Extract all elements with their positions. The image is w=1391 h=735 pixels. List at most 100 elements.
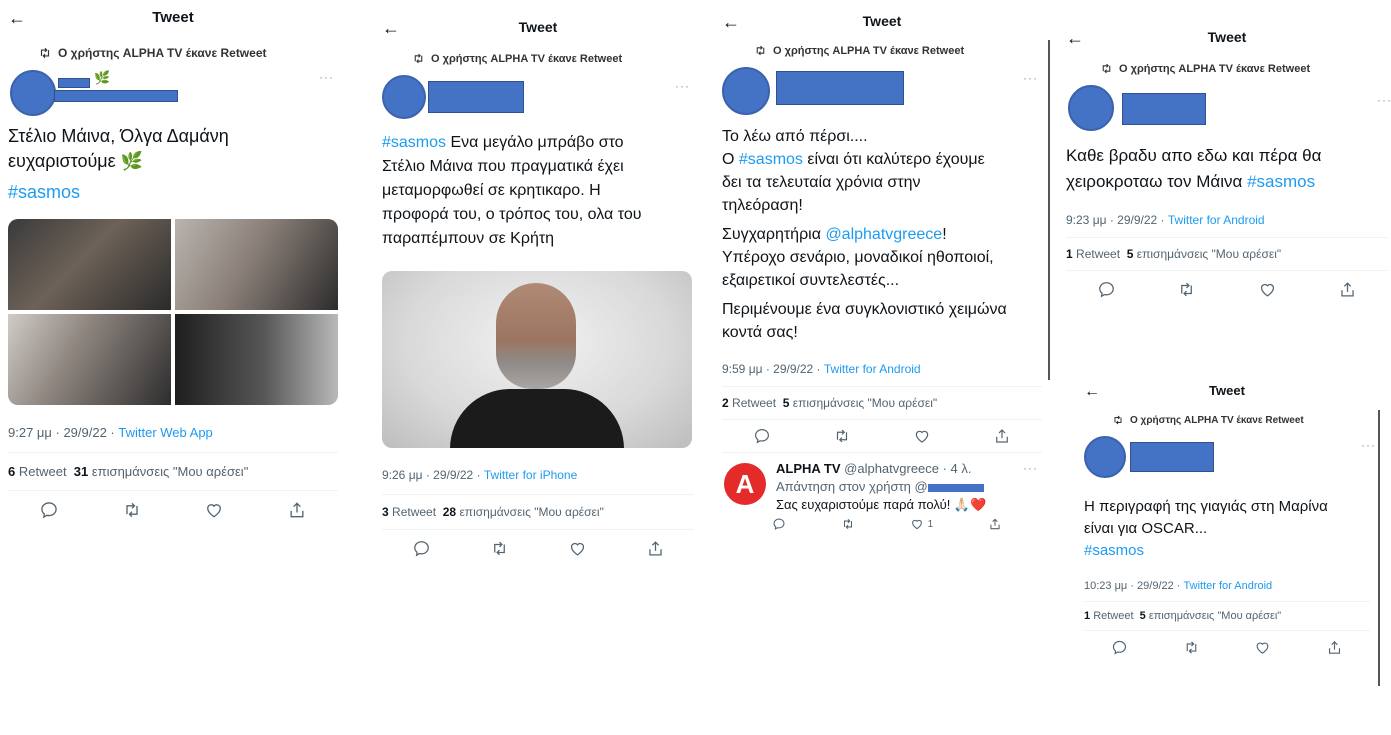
retweet-icon: [1100, 62, 1113, 75]
more-options-icon[interactable]: ···: [1023, 71, 1038, 85]
retweet-count[interactable]: 2: [722, 396, 729, 410]
reply-icon[interactable]: [772, 517, 786, 531]
like-count[interactable]: 28: [443, 505, 456, 519]
mention-link[interactable]: @alphatvgreece: [825, 226, 942, 243]
reply-icon[interactable]: [753, 427, 771, 445]
timestamp[interactable]: 9:26 μμ · 29/9/22 ·: [382, 468, 484, 482]
share-icon[interactable]: [287, 500, 307, 520]
like-icon[interactable]: [568, 539, 587, 558]
avatar[interactable]: [722, 67, 770, 115]
media-photo-2[interactable]: [175, 219, 338, 310]
hashtag-link[interactable]: #sasmos: [8, 180, 338, 205]
tweet-text-line: Καθε βραδυ απο εδω και πέρα θα: [1066, 146, 1322, 165]
more-options-icon[interactable]: ···: [675, 79, 690, 93]
more-options-icon[interactable]: ···: [1361, 438, 1376, 452]
like-count[interactable]: 5: [783, 396, 790, 410]
tweet-text-line: μεταμορφωθεί σε κρητικαρο. Η: [382, 182, 601, 199]
tweet-meta: 9:26 μμ · 29/9/22 · Twitter for iPhone: [382, 468, 694, 482]
reply-action-bar: 1: [772, 517, 1002, 531]
retweet-count[interactable]: 1: [1084, 610, 1090, 622]
retweet-icon[interactable]: [490, 539, 509, 558]
retweet-icon[interactable]: [841, 517, 855, 531]
timestamp[interactable]: 10:23 μμ · 29/9/22 ·: [1084, 580, 1184, 592]
tweet-text-line: παραπέμπουν σε Κρήτη: [382, 230, 555, 247]
like-icon[interactable]: [204, 500, 224, 520]
name-emoji: 🌿: [94, 70, 111, 85]
like-icon[interactable]: [1258, 280, 1277, 299]
timestamp[interactable]: 9:27 μμ · 29/9/22 ·: [8, 425, 118, 440]
retweet-icon[interactable]: [833, 427, 851, 445]
source-link[interactable]: Twitter Web App: [118, 425, 212, 440]
media-portrait-photo[interactable]: [382, 271, 692, 448]
media-photo-1[interactable]: [8, 219, 171, 310]
likes-label: επισημάνσεις "Μου αρέσει": [1136, 247, 1282, 261]
panel-divider: [1378, 410, 1380, 686]
tweet-meta: 9:59 μμ · 29/9/22 · Twitter for Android: [722, 362, 1042, 376]
stats-row: 1 Retweet 5 επισημάνσεις "Μου αρέσει": [1084, 602, 1370, 630]
reply-tweet[interactable]: A ALPHA TV @alphatvgreece · 4 λ. ··· Απά…: [722, 459, 1042, 545]
retweet-context: Ο χρήστης ALPHA TV έκανε Retweet: [754, 44, 1042, 57]
like-count[interactable]: 5: [1140, 610, 1146, 622]
hashtag-link[interactable]: #sasmos: [1084, 540, 1370, 562]
like-count[interactable]: 31: [74, 464, 88, 479]
reply-icon[interactable]: [1097, 280, 1116, 299]
hashtag-link[interactable]: #sasmos: [382, 134, 446, 151]
share-icon[interactable]: [1338, 280, 1357, 299]
retweet-context-text: Ο χρήστης ALPHA TV έκανε Retweet: [773, 44, 965, 57]
avatar[interactable]: [10, 70, 56, 116]
share-icon[interactable]: [988, 517, 1002, 531]
retweet-icon[interactable]: [1177, 280, 1196, 299]
avatar[interactable]: [382, 75, 426, 119]
user-row: 🌿 ···: [8, 66, 338, 118]
source-link[interactable]: Twitter for Android: [1184, 580, 1273, 592]
timestamp[interactable]: 9:59 μμ · 29/9/22 ·: [722, 362, 824, 376]
alpha-tv-logo[interactable]: A: [724, 463, 766, 505]
like-icon[interactable]: [1254, 639, 1271, 656]
retweet-count[interactable]: 1: [1066, 247, 1073, 261]
media-grid[interactable]: [8, 219, 338, 405]
timestamp[interactable]: 9:23 μμ · 29/9/22 ·: [1066, 213, 1168, 227]
text-fragment: Ενα μεγάλο μπράβο στο: [446, 134, 624, 151]
share-icon[interactable]: [646, 539, 665, 558]
like-count[interactable]: 5: [1127, 247, 1134, 261]
source-link[interactable]: Twitter for iPhone: [484, 468, 577, 482]
more-options-icon[interactable]: ···: [319, 70, 334, 84]
reply-handle: @alphatvgreece · 4 λ.: [840, 461, 972, 476]
tweet-meta: 9:27 μμ · 29/9/22 · Twitter Web App: [8, 425, 338, 440]
reply-icon[interactable]: [412, 539, 431, 558]
reply-icon[interactable]: [39, 500, 59, 520]
stats-row: 3 Retweet 28 επισημάνσεις "Μου αρέσει": [382, 495, 694, 529]
reply-text: Σας ευχαριστούμε παρά πολύ! 🙏🏻❤️: [776, 497, 987, 512]
more-options-icon[interactable]: ···: [1023, 461, 1038, 475]
share-icon[interactable]: [993, 427, 1011, 445]
retweet-context-text: Ο χρήστης ALPHA TV έκανε Retweet: [58, 46, 267, 60]
media-photo-4[interactable]: [175, 314, 338, 405]
source-link[interactable]: Twitter for Android: [824, 362, 921, 376]
like-icon[interactable]: [913, 427, 931, 445]
tweet-panel-1: ← Tweet Ο χρήστης ALPHA TV έκανε Retweet…: [8, 8, 338, 529]
reply-like[interactable]: 1: [910, 517, 933, 531]
tweet-text-line: τηλεόραση!: [722, 197, 803, 214]
media-photo-3[interactable]: [8, 314, 171, 405]
avatar[interactable]: [1084, 436, 1126, 478]
avatar[interactable]: [1068, 85, 1114, 131]
hashtag-link[interactable]: #sasmos: [739, 151, 803, 168]
likes-label: επισημάνσεις "Μου αρέσει": [1148, 610, 1282, 622]
retweet-icon: [754, 44, 767, 57]
share-icon[interactable]: [1326, 639, 1343, 656]
retweet-icon: [1112, 414, 1124, 426]
source-link[interactable]: Twitter for Android: [1168, 213, 1265, 227]
tweet-text-line: Περιμένουμε ένα συγκλονιστικό χειμώνα: [722, 301, 1007, 318]
retweet-count[interactable]: 3: [382, 505, 389, 519]
retweets-label: Retweet: [18, 464, 67, 479]
retweet-count[interactable]: 6: [8, 464, 15, 479]
retweet-icon[interactable]: [122, 500, 142, 520]
reply-icon[interactable]: [1111, 639, 1128, 656]
tweet-text-line: Στέλιο Μάινα που πραγματικά έχει: [382, 158, 624, 175]
reply-author-name[interactable]: ALPHA TV: [776, 461, 841, 476]
more-options-icon[interactable]: ···: [1377, 93, 1391, 107]
hashtag-link[interactable]: #sasmos: [1247, 172, 1315, 191]
likes-label: επισημάνσεις "Μου αρέσει": [91, 464, 249, 479]
action-bar: [722, 420, 1042, 452]
retweet-icon[interactable]: [1183, 639, 1200, 656]
